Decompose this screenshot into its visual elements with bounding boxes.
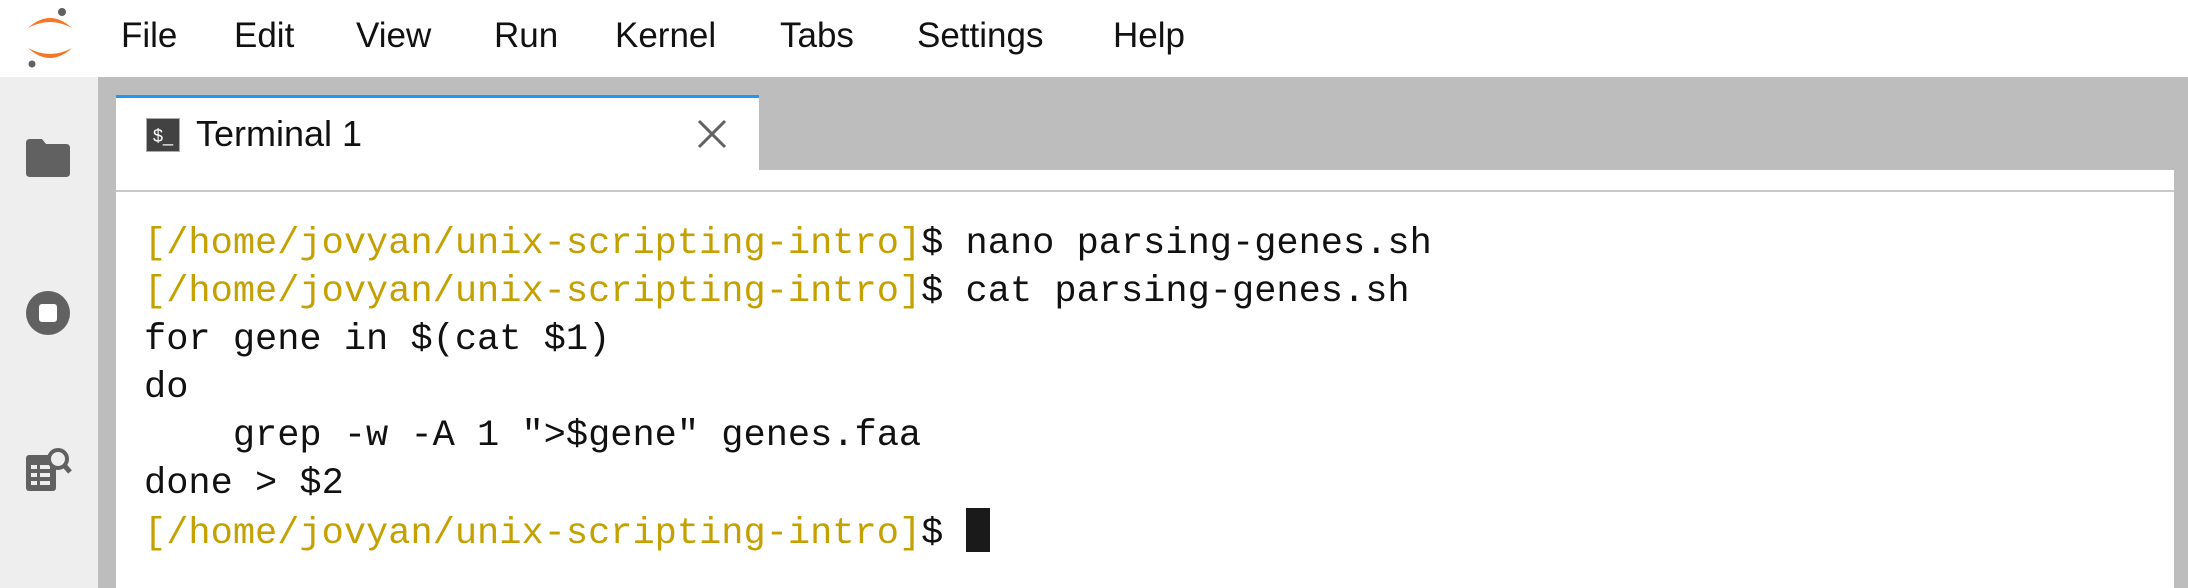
menu-kernel[interactable]: Kernel	[615, 14, 716, 58]
prompt-path: [/home/jovyan/unix-scripting-intro]	[144, 223, 922, 265]
prompt-path: [/home/jovyan/unix-scripting-intro]	[144, 513, 922, 555]
menu-edit[interactable]: Edit	[234, 14, 294, 58]
terminal-line: [/home/jovyan/unix-scripting-intro]$ nan…	[144, 220, 1432, 268]
line-text: done > $2	[144, 463, 344, 505]
menu-run[interactable]: Run	[494, 14, 558, 58]
menu-file[interactable]: File	[121, 14, 177, 58]
terminal-cursor	[965, 508, 990, 552]
line-text: for gene in $(cat $1)	[144, 319, 611, 361]
terminal-line: [/home/jovyan/unix-scripting-intro]$ cat…	[144, 268, 1432, 316]
line-text: $	[921, 513, 966, 555]
terminal-icon: $_	[146, 118, 180, 152]
terminal-panel[interactable]: [/home/jovyan/unix-scripting-intro]$ nan…	[116, 170, 2174, 588]
tab-terminal-1[interactable]: $_ Terminal 1	[116, 95, 759, 170]
menu-tabs[interactable]: Tabs	[780, 14, 854, 58]
line-text: do	[144, 367, 189, 409]
terminal-line: do	[144, 364, 1432, 412]
stop-circle-icon[interactable]	[24, 289, 72, 337]
line-text: grep -w -A 1 ">$gene" genes.faa	[144, 415, 922, 457]
terminal-output[interactable]: [/home/jovyan/unix-scripting-intro]$ nan…	[144, 220, 1432, 556]
menu-help[interactable]: Help	[1113, 14, 1185, 58]
terminal-line: done > $2	[144, 460, 1432, 508]
property-inspector-icon[interactable]	[24, 445, 72, 493]
toolbar-divider	[116, 190, 2174, 192]
terminal-line: [/home/jovyan/unix-scripting-intro]$	[144, 508, 1432, 556]
jupyter-logo-icon	[28, 8, 72, 68]
menu-bar: File Edit View Run Kernel Tabs Settings …	[0, 0, 2188, 77]
sidebar-divider	[98, 77, 116, 588]
left-sidebar	[0, 77, 98, 588]
line-text: $ cat parsing-genes.sh	[921, 271, 1410, 313]
terminal-line: for gene in $(cat $1)	[144, 316, 1432, 364]
close-icon[interactable]	[694, 116, 730, 152]
folder-icon[interactable]	[24, 133, 72, 181]
menu-settings[interactable]: Settings	[917, 14, 1043, 58]
menu-view[interactable]: View	[356, 14, 431, 58]
terminal-line: grep -w -A 1 ">$gene" genes.faa	[144, 412, 1432, 460]
prompt-path: [/home/jovyan/unix-scripting-intro]	[144, 271, 922, 313]
line-text: $ nano parsing-genes.sh	[921, 223, 1432, 265]
tab-label: Terminal 1	[196, 113, 363, 154]
